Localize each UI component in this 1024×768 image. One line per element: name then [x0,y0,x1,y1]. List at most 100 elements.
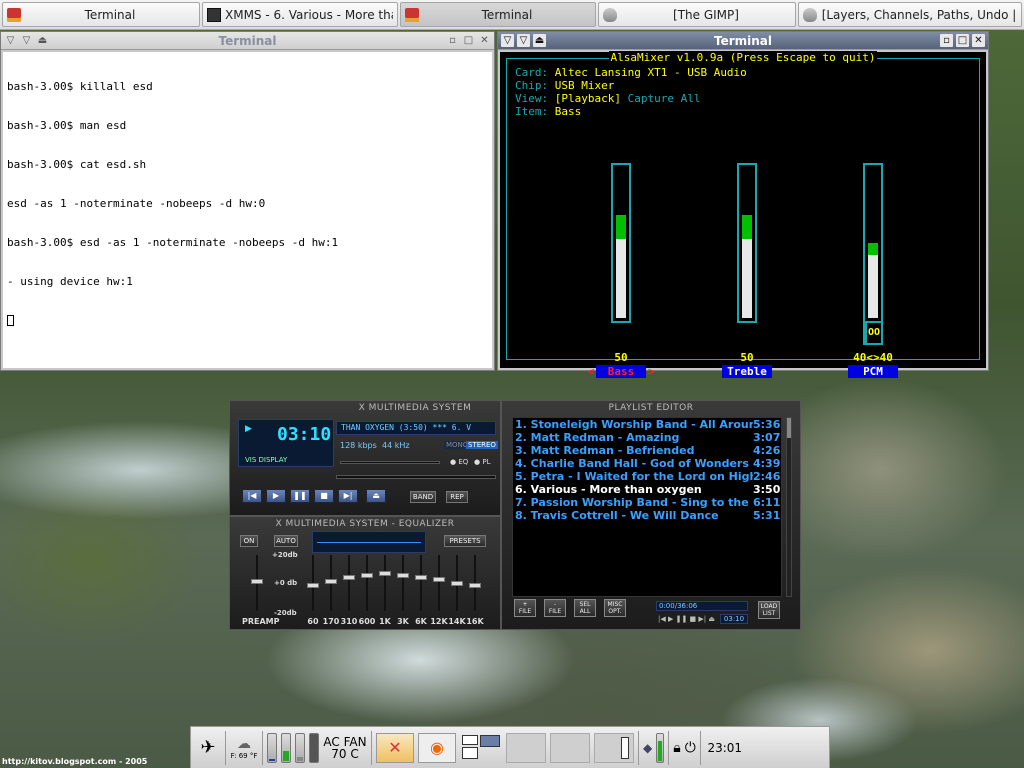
xmms-playlist-window[interactable]: PLAYLIST EDITOR 1. Stoneleigh Worship Ba… [501,400,801,630]
prev-button[interactable]: |◀ [242,489,262,503]
gimp-icon [803,7,817,22]
playlist-button-all-2[interactable]: SEL ALL [574,599,596,617]
preamp-slider[interactable]: PREAMP [242,555,280,626]
window-menu-icon[interactable]: ▽ [4,34,17,47]
terminal-window-1: ▽ ▽ ⏏ Terminal ▫ □ ✕ bash-3.00$ killall … [0,31,495,371]
seek-bar[interactable] [336,475,496,479]
samplerate: 44 kHz [382,441,410,450]
playlist-item-duration: 4:26 [753,444,781,457]
presets-button[interactable]: PRESETS [444,535,486,547]
maximize-icon[interactable]: □ [462,34,475,47]
taskbar-item-gimp-layers[interactable]: [Layers, Channels, Paths, Undo | [798,2,1022,27]
firefox-launcher-icon[interactable]: ◉ [418,732,456,763]
clock[interactable]: 23:01 [705,741,745,755]
eq-band-slider-14k[interactable]: 14K [448,555,466,626]
close-icon[interactable]: ✕ [478,34,491,47]
alsamixer[interactable]: AlsaMixer v1.0.9a (Press Escape to quit)… [500,51,986,378]
credit-text: http://kitov.blogspot.com - 2005 [2,757,148,766]
mixer-chip: USB Mixer [554,79,615,92]
stereo-indicator: STEREO [466,441,498,449]
eject-icon[interactable]: ⏏ [533,34,546,47]
playlist-item[interactable]: 6. Various - More than oxygen 3:50 [513,483,781,496]
volume-slider[interactable] [340,461,440,464]
mixer-value-pcm: 40<>40 [853,351,893,364]
next-button[interactable]: ▶| [338,489,358,503]
window-menu-icon[interactable]: ▽ [501,34,514,47]
pager-mini[interactable] [460,733,502,763]
shade-icon[interactable]: ▽ [20,34,33,47]
eq-band-slider-12k[interactable]: 12K [430,555,448,626]
playlist-item[interactable]: 8. Travis Cottrell - We Will Dance 5:31 [513,509,781,522]
xmms-launcher-icon[interactable]: ✕ [376,732,414,763]
eject-icon[interactable]: ⏏ [36,34,49,47]
terminal-titlebar-2[interactable]: ▽ ▽ ⏏ Terminal ▫ □ ✕ [498,32,988,50]
eq-band-slider-3k[interactable]: 3K [396,555,410,626]
workspace-4[interactable] [594,732,634,763]
load-list-button[interactable]: LOAD LIST [758,601,780,619]
mixer-mute-pcm[interactable]: OO [865,321,883,345]
disk-meter [309,732,319,763]
eq-band-slider-1k[interactable]: 1K [378,555,392,626]
maximize-icon[interactable]: □ [956,34,969,47]
close-icon[interactable]: ✕ [972,34,985,47]
workspace-2[interactable] [506,732,546,763]
playlist-item[interactable]: 1. Stoneleigh Worship Band - All Around … [513,418,781,431]
playlist-item[interactable]: 7. Passion Worship Band - Sing to the Ki… [513,496,781,509]
playlist-item[interactable]: 4. Charlie Band Hall - God of Wonders 4:3… [513,457,781,470]
taskbar-item-terminal-1[interactable]: Terminal [2,2,200,27]
terminal-output[interactable]: bash-3.00$ killall esd bash-3.00$ man es… [3,52,492,368]
minimize-icon[interactable]: ▫ [446,34,459,47]
eq-toggle[interactable]: ● EQ [450,458,468,466]
stop-button[interactable]: ■ [314,489,334,503]
mixer-view-playback: [Playback] [554,92,621,105]
eq-band-slider-6k[interactable]: 6K [414,555,428,626]
mini-transport[interactable]: |◀ ▶ ❚❚ ■ ▶| ⏏ [658,615,715,623]
eq-band-slider-16k[interactable]: 16K [466,555,484,626]
playlist-item[interactable]: 2. Matt Redman - Amazing 3:07 [513,431,781,444]
play-button[interactable]: ▶ [266,489,286,503]
power-icon[interactable]: ⏻ [685,740,696,756]
shade-icon[interactable]: ▽ [517,34,530,47]
eq-band-slider-600[interactable]: 600 [359,555,375,626]
terminal-icon [7,7,21,22]
workspace-3[interactable] [550,732,590,763]
eject-button[interactable]: ⏏ [366,489,386,503]
time-display[interactable]: ▶ 03:10 VIS DISPLAY [238,419,334,467]
mixer-bar-pcm[interactable]: OO [863,163,883,345]
eq-on-button[interactable]: ON [240,535,258,547]
mixer-bar-treble[interactable] [737,163,757,323]
xmms-equalizer-window[interactable]: X MULTIMEDIA SYSTEM - EQUALIZER ON AUTO … [229,516,501,630]
xmms-main-window[interactable]: X MULTIMEDIA SYSTEM ▶ 03:10 VIS DISPLAY … [229,400,501,516]
playlist-button-opt-3[interactable]: MISC OPT. [604,599,626,617]
pl-toggle[interactable]: ● PL [474,458,490,466]
playlist-button-file-1[interactable]: - FILE [544,599,566,617]
xmms-title: X MULTIMEDIA SYSTEM [358,403,472,413]
playlist-scrollbar[interactable] [786,417,792,597]
eq-auto-button[interactable]: AUTO [274,535,298,547]
network-icon[interactable]: ◆ [643,741,652,755]
repeat-button[interactable]: REP [446,491,468,503]
terminal-titlebar-1[interactable]: ▽ ▽ ⏏ Terminal ▫ □ ✕ [1,32,494,50]
app-menu-icon[interactable]: ✈ [195,737,221,758]
weather-applet[interactable]: ☁ F: 69 °F [230,736,258,760]
playlist-list[interactable]: 1. Stoneleigh Worship Band - All Around … [512,417,782,597]
playlist-item[interactable]: 3. Matt Redman - Befriended 4:26 [513,444,781,457]
playlist-item-duration: 2:46 [753,470,781,483]
taskbar-item-terminal-2[interactable]: Terminal [400,2,596,27]
eq-band-slider-170[interactable]: 170 [323,555,339,626]
minimize-icon[interactable]: ▫ [940,34,953,47]
eq-band-slider-60[interactable]: 60 [306,555,320,626]
playlist-item-duration: 5:31 [753,509,781,522]
taskbar-item-gimp[interactable]: [The GIMP] [598,2,796,27]
playlist-button-file-0[interactable]: + FILE [514,599,536,617]
playlist-item[interactable]: 5. Petra - I Waited for the Lord on High… [513,470,781,483]
band-button[interactable]: BAND [410,491,436,503]
eq-band-slider-310[interactable]: 310 [341,555,357,626]
mixer-bar-bass[interactable] [611,163,631,323]
taskbar-item-xmms[interactable]: XMMS - 6. Various - More than o [202,2,398,27]
lock-icon[interactable]: 🔒︎ [673,740,680,756]
pause-button[interactable]: ❚❚ [290,489,310,503]
selection-arrow-right: > [648,365,655,378]
memory-meter [281,732,291,763]
playlist-total-time: 0:00/36:06 [656,601,748,611]
